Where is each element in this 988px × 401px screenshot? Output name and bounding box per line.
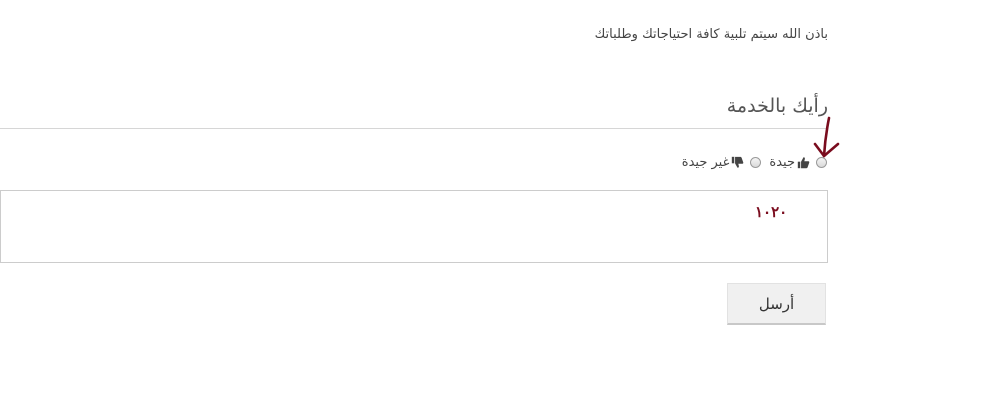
section-divider xyxy=(0,128,828,129)
thumbs-up-icon xyxy=(797,156,810,169)
rating-not-good-radio[interactable] xyxy=(750,157,762,168)
thumbs-down-icon xyxy=(731,156,744,169)
intro-message: باذن الله سيتم تلبية كافة احتياجاتك وطلب… xyxy=(594,27,828,42)
submit-button[interactable]: أرسل xyxy=(727,283,826,325)
rating-option-good[interactable]: جيدة xyxy=(769,155,827,170)
rating-good-label: جيدة xyxy=(769,155,795,170)
comment-textarea[interactable] xyxy=(0,190,828,263)
rating-good-radio[interactable] xyxy=(816,157,827,168)
feedback-section-title: رأيك بالخدمة xyxy=(726,95,828,117)
rating-option-not-good[interactable]: غير جيدة xyxy=(682,155,762,170)
rating-not-good-label: غير جيدة xyxy=(681,155,730,170)
rating-options: جيدة غير جيدة xyxy=(682,155,827,170)
